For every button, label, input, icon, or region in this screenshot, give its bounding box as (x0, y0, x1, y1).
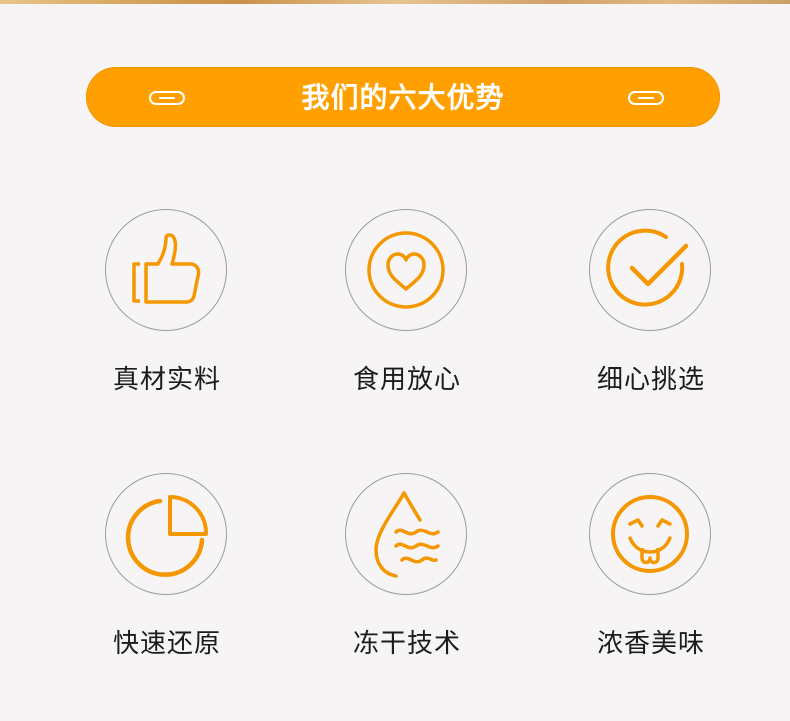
feature-item: 细心挑选 (551, 209, 751, 409)
pill-ornament-icon (627, 89, 665, 107)
thumbs-up-icon (132, 233, 201, 304)
checkmark-icon (606, 228, 689, 307)
feature-item: 食用放心 (307, 209, 507, 409)
feature-item: 快速还原 (67, 473, 267, 673)
feature-label: 浓香美味 (596, 629, 705, 659)
section-banner: 我们的六大优势 (86, 67, 720, 127)
feature-label: 快速还原 (112, 629, 221, 659)
feature-icon-circle (105, 473, 227, 595)
feature-item: 浓香美味 (551, 473, 751, 673)
feature-icon-circle (345, 209, 467, 331)
smiley-face-icon (611, 495, 689, 573)
banner-title: 我们的六大优势 (301, 81, 505, 114)
pie-chart-icon (125, 495, 209, 577)
feature-label: 冻干技术 (352, 629, 461, 659)
feature-item: 真材实料 (67, 209, 267, 409)
feature-icon-circle (345, 473, 467, 595)
top-image-edge (0, 0, 790, 4)
feature-item: 冻干技术 (307, 473, 507, 673)
feature-label: 细心挑选 (596, 365, 705, 395)
water-drop-icon (374, 491, 440, 578)
feature-icon-circle (105, 209, 227, 331)
feature-icon-circle (589, 473, 711, 595)
feature-label: 真材实料 (112, 365, 221, 395)
feature-icon-circle (589, 209, 711, 331)
heart-icon (367, 231, 445, 309)
feature-label: 食用放心 (352, 365, 461, 395)
